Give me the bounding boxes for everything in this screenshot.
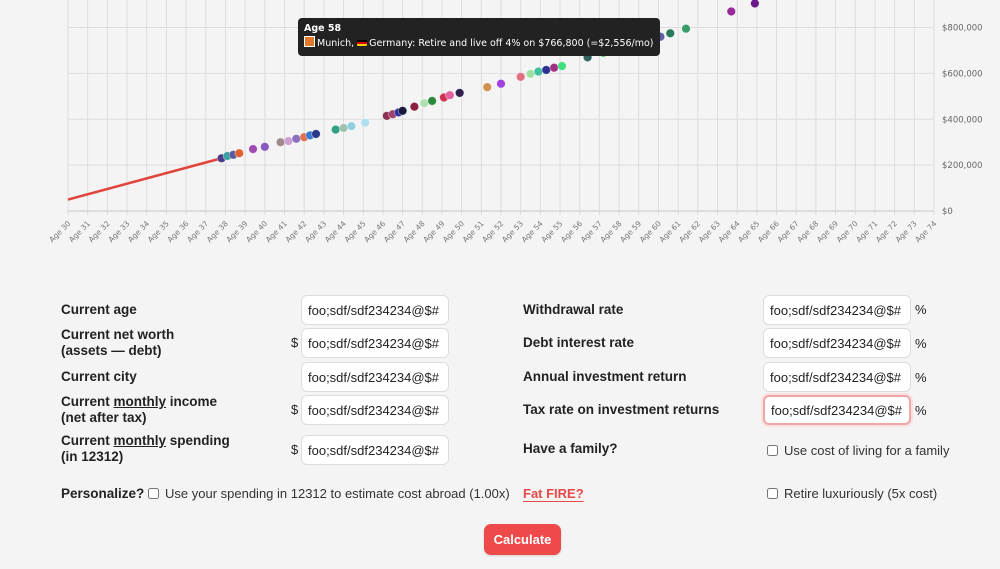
current-age-label: Current age — [61, 302, 137, 317]
city-point — [360, 118, 370, 128]
city-input[interactable] — [301, 362, 449, 392]
spending-label-line2: (in 12312) — [61, 449, 124, 464]
y-tick-label: $400,000 — [942, 115, 983, 125]
city-point — [726, 6, 736, 17]
city-point — [338, 123, 349, 133]
city-point — [419, 98, 429, 108]
income-input[interactable] — [301, 395, 449, 425]
annual-return-input[interactable] — [763, 362, 911, 392]
city-point — [275, 137, 286, 147]
personalize-checkbox-label: Use your spending in 12312 to estimate c… — [165, 486, 510, 501]
debt-interest-label: Debt interest rate — [523, 335, 635, 350]
luxury-checkbox[interactable] — [767, 488, 778, 499]
income-label-monthly: monthly — [113, 394, 167, 409]
city-point — [260, 142, 270, 152]
family-checkbox-label: Use cost of living for a family — [784, 443, 950, 458]
y-tick-label: $800,000 — [942, 24, 983, 34]
city-point — [557, 61, 567, 71]
growth-line — [67, 157, 222, 201]
dollar-sign: $ — [291, 442, 299, 457]
city-point — [234, 148, 244, 158]
percent-sign: % — [915, 336, 927, 351]
spending-label-a: Current — [61, 433, 114, 448]
family-label: Have a family? — [523, 441, 618, 456]
net-worth-input[interactable] — [301, 328, 449, 358]
tax-rate-label: Tax rate on investment returns — [523, 402, 720, 417]
swatch-icon — [304, 36, 315, 47]
tooltip-body: Munich, Germany: Retire and live off 4% … — [304, 36, 654, 51]
city-point — [496, 79, 506, 89]
income-label-line2: (net after tax) — [61, 410, 147, 425]
city-point — [549, 63, 559, 73]
income-label-a: Current — [61, 394, 114, 409]
city-point — [665, 28, 675, 38]
city-point — [409, 102, 420, 112]
city-point — [248, 144, 258, 154]
city-point — [750, 0, 760, 9]
city-point — [331, 124, 341, 135]
personalize-checkbox-row[interactable]: Use your spending in 12312 to estimate c… — [148, 486, 510, 501]
family-checkbox-row[interactable]: Use cost of living for a family — [767, 443, 949, 458]
withdrawal-rate-label: Withdrawal rate — [523, 302, 624, 317]
y-tick-label: $200,000 — [942, 161, 983, 171]
net-worth-label-line1: Current net worth — [61, 327, 175, 342]
city-point — [445, 90, 455, 100]
percent-sign: % — [915, 370, 927, 385]
net-worth-label: Current net worth (assets — debt) — [61, 327, 174, 359]
annual-return-label: Annual investment return — [523, 369, 687, 384]
city-point — [681, 24, 691, 34]
chart-tooltip: Age 58 Munich, Germany: Retire and live … — [298, 18, 660, 56]
net-worth-label-line2: (assets — debt) — [61, 343, 162, 358]
spending-label-c: spending — [166, 433, 230, 448]
income-label: Current monthly income (net after tax) — [61, 394, 217, 426]
spending-label: Current monthly spending (in 12312) — [61, 433, 230, 465]
dollar-sign: $ — [291, 402, 299, 417]
city-point — [533, 66, 543, 77]
city-point — [397, 106, 408, 116]
x-tick-label: Age 74 — [913, 219, 938, 244]
debt-interest-input[interactable] — [763, 328, 911, 358]
city-point — [525, 69, 536, 79]
tooltip-city: Munich, — [317, 38, 358, 49]
luxury-checkbox-label: Retire luxuriously (5x cost) — [784, 486, 938, 501]
personalize-checkbox[interactable] — [148, 488, 159, 499]
city-point — [455, 88, 465, 98]
tooltip-detail: Germany: Retire and live off 4% on $766,… — [369, 38, 654, 49]
germany-flag-icon — [357, 40, 368, 46]
family-checkbox[interactable] — [767, 445, 778, 456]
tax-rate-input[interactable] — [763, 395, 911, 425]
spending-label-monthly: monthly — [113, 433, 167, 448]
city-point — [291, 134, 301, 144]
city-label: Current city — [61, 369, 137, 384]
city-point — [311, 129, 321, 139]
luxury-checkbox-row[interactable]: Retire luxuriously (5x cost) — [767, 486, 937, 501]
percent-sign: % — [915, 302, 927, 317]
city-point — [427, 96, 437, 106]
current-age-input[interactable] — [301, 295, 449, 325]
calculate-button[interactable]: Calculate — [484, 524, 561, 555]
city-point — [283, 136, 294, 146]
percent-sign: % — [915, 403, 927, 418]
fat-fire-link[interactable]: Fat FIRE? — [523, 486, 584, 501]
city-point — [346, 121, 357, 131]
income-label-c: income — [166, 394, 218, 409]
city-point — [482, 82, 492, 92]
tooltip-title: Age 58 — [304, 23, 342, 34]
city-point — [541, 65, 551, 75]
spending-input[interactable] — [301, 435, 449, 465]
personalize-label: Personalize? — [61, 486, 145, 501]
y-tick-label: $0 — [942, 207, 953, 217]
city-point — [516, 72, 526, 82]
withdrawal-rate-input[interactable] — [763, 295, 911, 325]
dollar-sign: $ — [291, 335, 299, 350]
y-tick-label: $600,000 — [942, 69, 983, 79]
